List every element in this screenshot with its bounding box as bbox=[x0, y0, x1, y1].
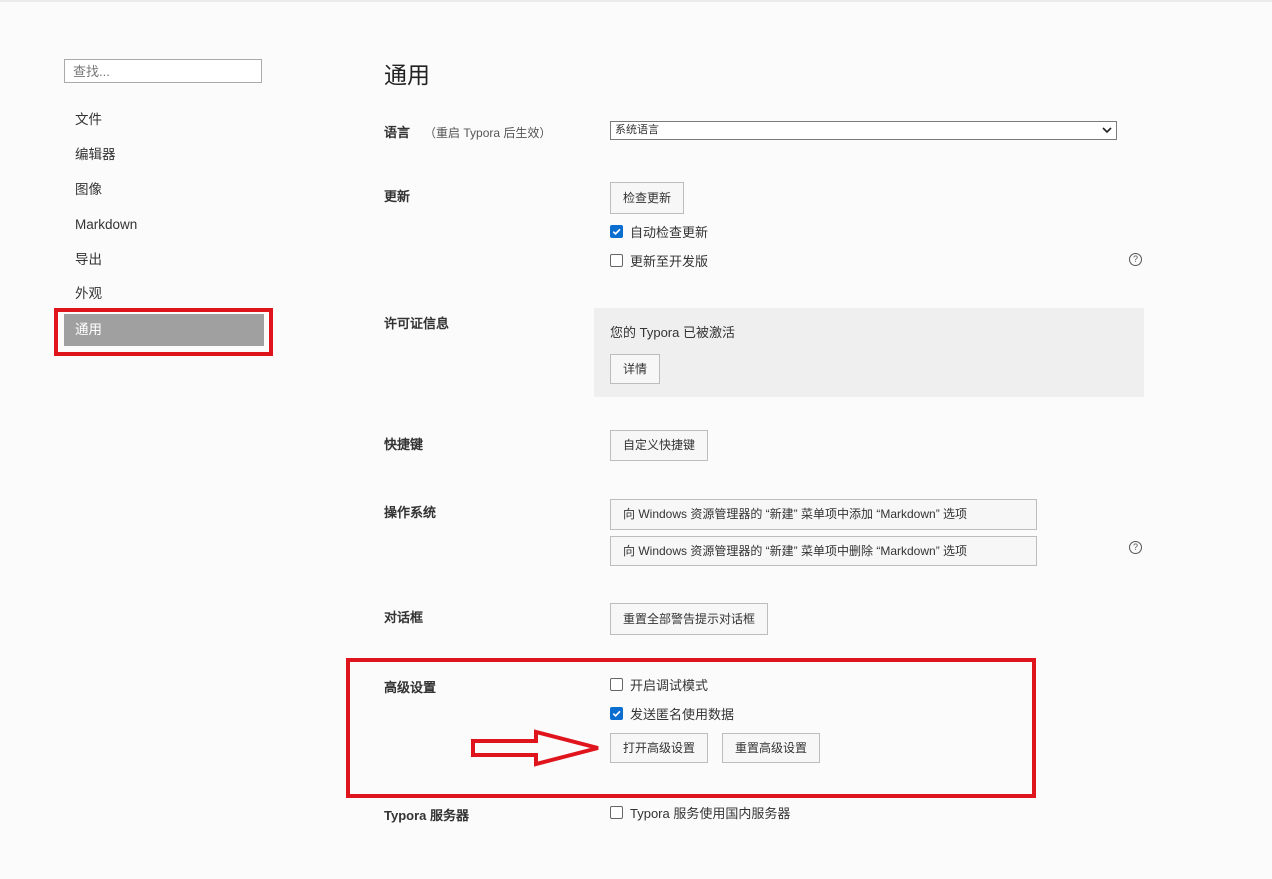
help-icon[interactable]: ? bbox=[1129, 253, 1142, 266]
checkbox-unchecked-icon bbox=[610, 253, 623, 267]
os-label: 操作系统 bbox=[384, 505, 437, 520]
debug-mode-label: 开启调试模式 bbox=[630, 677, 709, 693]
page-title: 通用 bbox=[384, 62, 430, 88]
customize-shortcuts-button[interactable]: 自定义快捷键 bbox=[610, 430, 709, 461]
checkbox-unchecked-icon bbox=[610, 805, 623, 819]
license-details-button[interactable]: 详情 bbox=[610, 354, 661, 384]
domestic-server-label: Typora 服务使用国内服务器 bbox=[630, 805, 791, 821]
send-usage-data-checkbox[interactable]: 发送匿名使用数据 bbox=[610, 704, 734, 722]
checkbox-unchecked-icon bbox=[610, 677, 623, 691]
add-markdown-to-new-menu-button[interactable]: 向 Windows 资源管理器的 “新建” 菜单项中添加 “Markdown” … bbox=[610, 499, 1037, 530]
language-select[interactable]: 系统语言 bbox=[610, 121, 1117, 140]
checkbox-checked-icon bbox=[610, 224, 623, 238]
language-section-label: 语言 （重启 Typora 后生效） bbox=[384, 122, 551, 141]
sidebar-item-editor[interactable]: 编辑器 bbox=[64, 139, 264, 171]
server-label: Typora 服务器 bbox=[384, 808, 469, 823]
check-update-button[interactable]: 检查更新 bbox=[610, 182, 685, 214]
checkbox-checked-icon bbox=[610, 706, 623, 720]
auto-check-update-checkbox[interactable]: 自动检查更新 bbox=[610, 222, 708, 240]
debug-mode-checkbox[interactable]: 开启调试模式 bbox=[610, 675, 708, 693]
license-panel: 您的 Typora 已被激活 bbox=[594, 308, 1144, 397]
top-divider bbox=[0, 0, 1272, 2]
license-status: 您的 Typora 已被激活 bbox=[610, 325, 735, 340]
language-select-value: 系统语言 bbox=[615, 124, 659, 136]
sidebar-item-appearance[interactable]: 外观 bbox=[64, 278, 264, 310]
domestic-server-checkbox[interactable]: Typora 服务使用国内服务器 bbox=[610, 803, 790, 821]
language-label: 语言 bbox=[384, 125, 411, 140]
remove-markdown-from-new-menu-button[interactable]: 向 Windows 资源管理器的 “新建” 菜单项中删除 “Markdown” … bbox=[610, 536, 1037, 566]
shortcuts-label: 快捷键 bbox=[384, 437, 424, 452]
update-label: 更新 bbox=[384, 189, 411, 204]
reset-advanced-settings-button[interactable]: 重置高级设置 bbox=[722, 733, 821, 763]
help-icon[interactable]: ? bbox=[1129, 541, 1142, 554]
annotation-arrow-icon bbox=[471, 729, 599, 767]
reset-warning-dialogs-button[interactable]: 重置全部警告提示对话框 bbox=[610, 603, 769, 635]
update-dev-channel-label: 更新至开发版 bbox=[630, 253, 709, 269]
search-input[interactable] bbox=[64, 59, 262, 83]
language-note: （重启 Typora 后生效） bbox=[424, 126, 552, 140]
license-label: 许可证信息 bbox=[384, 316, 450, 331]
sidebar-item-image[interactable]: 图像 bbox=[64, 174, 264, 206]
open-advanced-settings-button[interactable]: 打开高级设置 bbox=[610, 733, 709, 763]
advanced-label: 高级设置 bbox=[384, 680, 437, 695]
sidebar-item-export[interactable]: 导出 bbox=[64, 244, 264, 276]
dialogs-label: 对话框 bbox=[384, 610, 424, 625]
chevron-down-icon bbox=[1102, 122, 1112, 145]
update-dev-channel-checkbox[interactable]: 更新至开发版 bbox=[610, 251, 708, 269]
sidebar-item-markdown[interactable]: Markdown bbox=[64, 209, 264, 241]
sidebar-item-general[interactable]: 通用 bbox=[64, 314, 264, 346]
send-usage-data-label: 发送匿名使用数据 bbox=[630, 706, 735, 722]
sidebar-item-file[interactable]: 文件 bbox=[64, 104, 264, 136]
auto-check-update-label: 自动检查更新 bbox=[630, 224, 709, 240]
